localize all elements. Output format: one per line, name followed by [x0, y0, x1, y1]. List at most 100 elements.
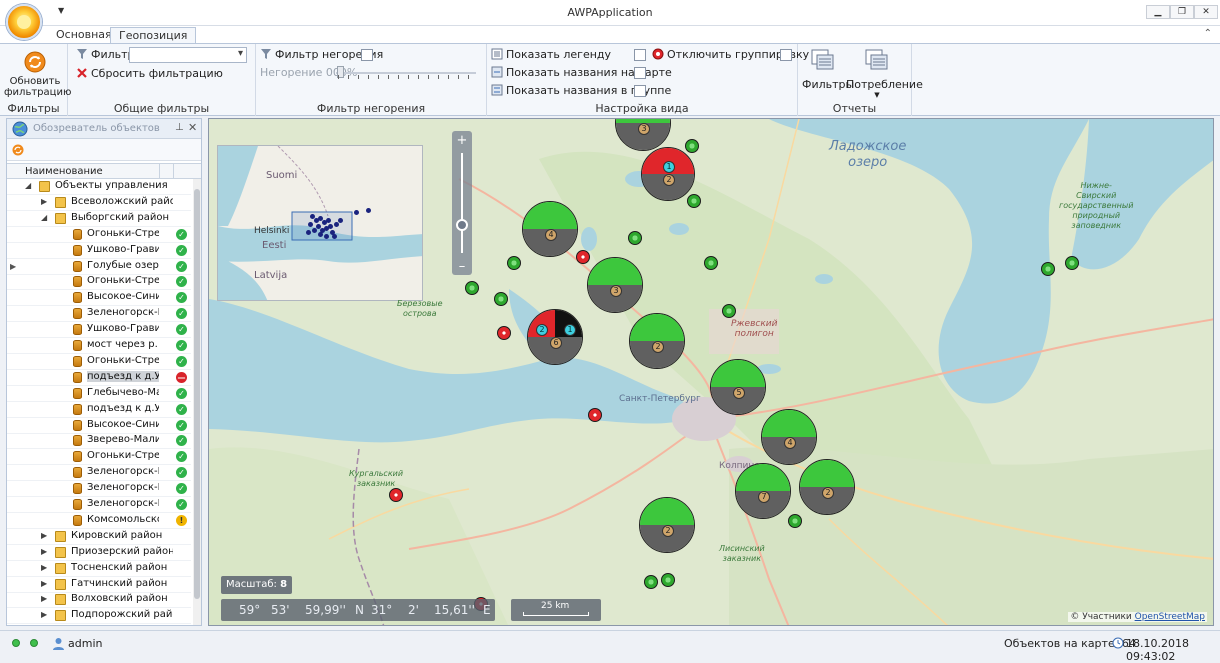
tree-group-row[interactable]: ▶ Тосненский район [7, 561, 191, 577]
tree-item-row[interactable]: Зеленогорск-Приморск ✓ [7, 497, 191, 513]
restore-button[interactable]: ❐ [1170, 5, 1194, 19]
close-button[interactable]: ✕ [1194, 5, 1218, 19]
map-cluster[interactable]: 4 [522, 201, 578, 257]
tree-group-row[interactable]: ▶ Гатчинский район [7, 577, 191, 593]
map-object-ok[interactable] [685, 139, 699, 153]
disable-grouping-checkbox[interactable] [780, 49, 792, 61]
reset-filter-button[interactable]: Сбросить фильтрацию [76, 67, 223, 80]
map-object-alarm[interactable] [497, 326, 511, 340]
refresh-icon[interactable] [12, 144, 24, 156]
column-header[interactable]: Наименование [7, 163, 201, 179]
tree-item-row[interactable]: подъезд к д.Уткина ✓ [7, 402, 191, 418]
tree-item-row[interactable]: Огоньки-Стрельна ✓ [7, 354, 191, 370]
expand-icon[interactable]: ▶ [41, 563, 47, 572]
show-legend-toggle[interactable]: Показать легенду [491, 48, 611, 61]
map-cluster[interactable]: 2 [639, 497, 695, 553]
zoom-out-button[interactable]: – [452, 259, 472, 274]
scrollbar-thumb[interactable] [194, 189, 200, 599]
map-object-ok[interactable] [661, 573, 675, 587]
tree-item-row[interactable]: Ушково-Гравийное ✓ [7, 322, 191, 339]
show-names-group-checkbox[interactable] [634, 85, 646, 97]
map-object-alarm[interactable] [389, 488, 403, 502]
ribbon-collapse-icon[interactable]: ⌃ [1204, 28, 1212, 39]
tree-item-row[interactable]: мост через р. Пеля ✓ [7, 338, 191, 354]
tree-item-row[interactable]: Зверево-Малиновка ✓ [7, 433, 191, 450]
expand-icon[interactable]: ▶ [41, 531, 47, 540]
map-object-ok[interactable] [1041, 262, 1055, 276]
zoom-slider-knob[interactable] [456, 219, 468, 231]
tree-group-row[interactable]: ▶ Подпорожский район [7, 608, 191, 625]
map-cluster[interactable]: 5 [710, 359, 766, 415]
tree-group-row[interactable]: ◢ Выборгский район [7, 211, 191, 227]
report-filters-button[interactable]: Фильтры [802, 48, 854, 96]
map-object-alarm[interactable] [576, 250, 590, 264]
tree-item-row[interactable]: Зеленогорск-Приморск ✓ [7, 465, 191, 482]
map-object-ok[interactable] [628, 231, 642, 245]
map-object-ok[interactable] [494, 292, 508, 306]
tree-item-row[interactable]: Огоньки-Стрельна ✓ [7, 449, 191, 466]
zoom-slider-track[interactable] [461, 153, 463, 253]
tab-main[interactable]: Основная [48, 27, 120, 43]
expand-icon[interactable]: ▶ [41, 594, 47, 603]
map-object-ok[interactable] [687, 194, 701, 208]
map-object-ok[interactable] [465, 281, 479, 295]
map-object-ok[interactable] [704, 256, 718, 270]
app-menu-orb-icon[interactable] [6, 4, 42, 40]
map-cluster[interactable]: 3 [587, 257, 643, 313]
map-cluster[interactable]: 2 [799, 459, 855, 515]
tree-scrollbar[interactable] [193, 179, 201, 625]
map-cluster[interactable]: 4 [761, 409, 817, 465]
tree-group-row[interactable]: ◢ Объекты управления [7, 179, 191, 195]
zoom-in-button[interactable]: + [452, 133, 472, 148]
tree-item-row[interactable]: Зеленогорск-Приморск ✓ [7, 306, 191, 323]
road-object-icon [73, 260, 82, 272]
pin-icon[interactable]: ⊥ [175, 122, 184, 133]
expand-icon[interactable]: ▶ [41, 610, 47, 619]
minimap[interactable]: Suomi Helsinki Eesti Latvija [217, 145, 423, 301]
openstreetmap-link[interactable]: OpenStreetMap [1135, 612, 1205, 622]
close-panel-icon[interactable]: ✕ [188, 121, 197, 134]
tree-item-row[interactable]: Высокое-Синицыно ✓ [7, 418, 191, 434]
tree-group-row[interactable]: ▶ Кировский район [7, 529, 191, 545]
tree-item-row[interactable]: Ушково-Гравийное ✓ [7, 243, 191, 259]
map-object-ok[interactable] [507, 256, 521, 270]
map-cluster[interactable]: 21 [641, 147, 695, 201]
map-object-alarm[interactable] [588, 408, 602, 422]
show-legend-checkbox[interactable] [634, 49, 646, 61]
report-consumption-dropdown-icon[interactable]: ▼ [846, 91, 908, 99]
map-cluster[interactable]: 62 1 [527, 309, 583, 365]
tree-item-row[interactable]: Огоньки-Стрельна ✓ [7, 227, 191, 243]
explorer-header: Обозреватель объектов ⊥ ✕ [7, 119, 201, 139]
map-object-ok[interactable] [722, 304, 736, 318]
burn-slider-track[interactable] [336, 72, 476, 74]
tree-item-row[interactable]: подъезд к д.Уткина — [7, 370, 191, 386]
map-view[interactable]: Ладожское озеро Санкт-Петербург Колпино … [208, 118, 1214, 626]
tree-item-row[interactable]: Зеленогорск-Приморск ✓ [7, 481, 191, 498]
tree-item-row[interactable]: Огоньки-Стрельна ✓ [7, 274, 191, 291]
burn-filter-checkbox[interactable] [361, 49, 373, 61]
tree-item-row[interactable]: Комсомольское! [7, 513, 191, 529]
expand-icon[interactable]: ▶ [41, 197, 47, 206]
tab-geoposition[interactable]: Геопозиция [110, 27, 197, 43]
expand-icon[interactable]: ▶ [41, 547, 47, 556]
refresh-filter-button[interactable]: Обновить фильтрацию [4, 48, 71, 98]
expand-icon[interactable]: ▶ [41, 579, 47, 588]
tree-item-row[interactable]: ▶ Голубые озера-Бараново ✓ [7, 259, 191, 275]
report-consumption-button[interactable]: Потребление ▼ [846, 48, 923, 100]
map-object-ok[interactable] [788, 514, 802, 528]
map-object-ok[interactable] [644, 575, 658, 589]
collapse-icon[interactable]: ◢ [25, 181, 31, 190]
tree-group-row[interactable]: ▶ Приозерский район [7, 545, 191, 561]
minimize-button[interactable]: ▁ [1146, 5, 1170, 19]
show-names-map-checkbox[interactable] [634, 67, 646, 79]
tree-item-row[interactable]: Высокое-Синицыно ✓ [7, 290, 191, 307]
filter-combobox[interactable] [129, 47, 247, 63]
map-object-ok[interactable] [1065, 256, 1079, 270]
tree-group-row[interactable]: ▶ Волховский район [7, 592, 191, 609]
map-cluster[interactable]: 3 [615, 119, 671, 151]
tree-item-row[interactable]: Глебычево-Малиновка ✓ [7, 386, 191, 402]
map-cluster[interactable]: 7 [735, 463, 791, 519]
collapse-icon[interactable]: ◢ [41, 213, 47, 222]
tree-group-row[interactable]: ▶ Всеволожский район [7, 195, 191, 211]
map-cluster[interactable]: 2 [629, 313, 685, 369]
